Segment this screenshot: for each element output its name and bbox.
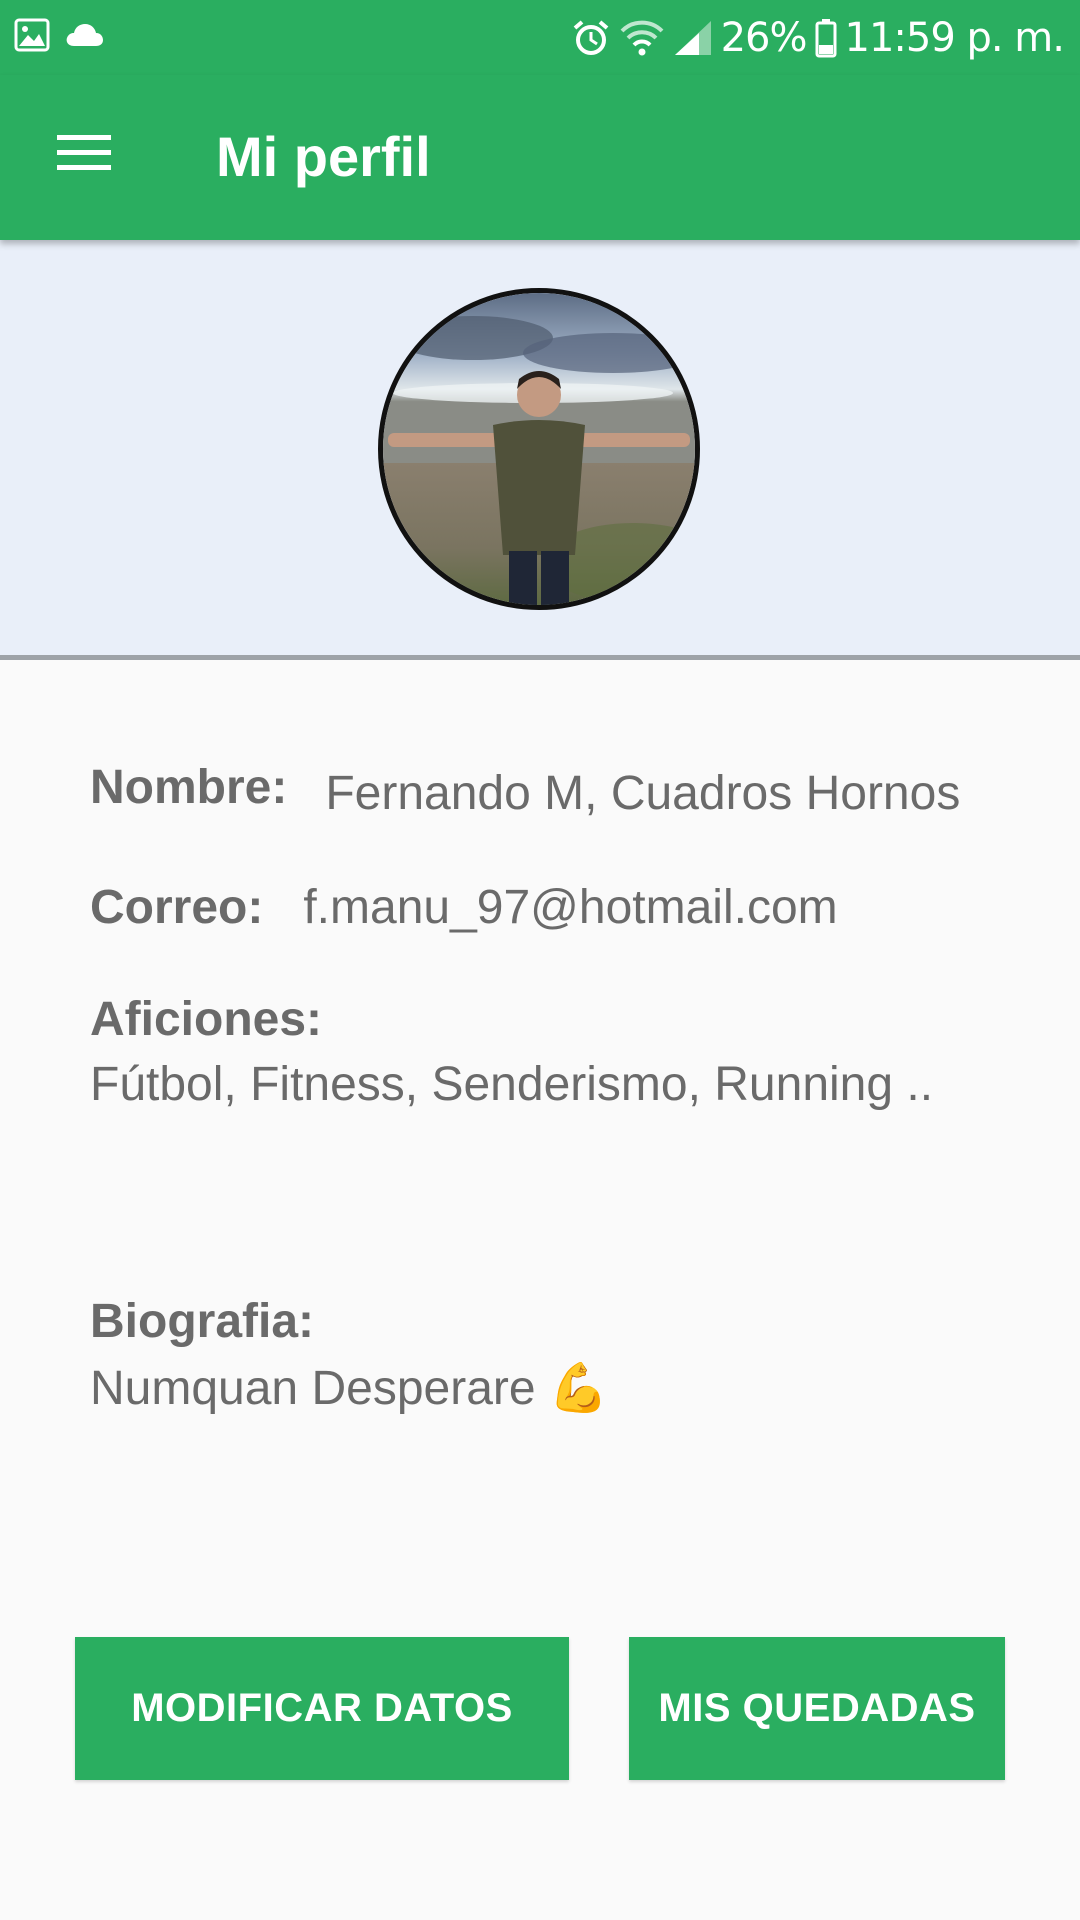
status-right: 26% 11:59 p. m. (571, 10, 1065, 66)
modify-data-button[interactable]: MODIFICAR DATOS (75, 1637, 569, 1780)
alarm-icon (571, 18, 611, 58)
signal-icon (673, 19, 713, 57)
email-value: f.manu_97@hotmail.com (303, 881, 838, 934)
wifi-icon (619, 19, 665, 57)
hobbies-row: Aficiones: Fútbol, Fitness, Senderismo, … (90, 992, 933, 1112)
status-left-icons (14, 18, 104, 57)
bio-label: Biografia: (90, 1295, 315, 1348)
cloud-icon (64, 22, 104, 53)
battery-percent: 26% (720, 15, 808, 61)
hobbies-value: Fútbol, Fitness, Senderismo, Running .. (90, 1058, 934, 1111)
battery-icon (815, 18, 837, 58)
my-meetups-button[interactable]: MIS QUEDADAS (629, 1637, 1005, 1780)
hamburger-menu-icon (55, 131, 113, 180)
bio-row: Biografia: Numquan Desperare 💪 (90, 1294, 609, 1416)
email-row: Correo: f.manu_97@hotmail.com (90, 880, 838, 935)
status-bar: 26% 11:59 p. m. (0, 0, 1080, 75)
app-toolbar: Mi perfil (0, 75, 1080, 240)
hobbies-label: Aficiones: (90, 993, 323, 1046)
menu-button[interactable] (40, 115, 128, 195)
profile-header (0, 240, 1080, 660)
clock-time: 11:59 p. m. (844, 15, 1065, 61)
bio-value: Numquan Desperare 💪 (90, 1362, 609, 1415)
name-row: Nombre: Fernando M, Cuadros Hornos (90, 760, 960, 820)
image-icon (14, 18, 50, 57)
name-label: Nombre: (90, 761, 288, 814)
email-label: Correo: (90, 881, 264, 934)
avatar[interactable] (378, 288, 700, 610)
page-title: Mi perfil (216, 125, 431, 188)
profile-photo (383, 293, 695, 605)
name-value: Fernando M, Cuadros Hornos (325, 767, 961, 820)
